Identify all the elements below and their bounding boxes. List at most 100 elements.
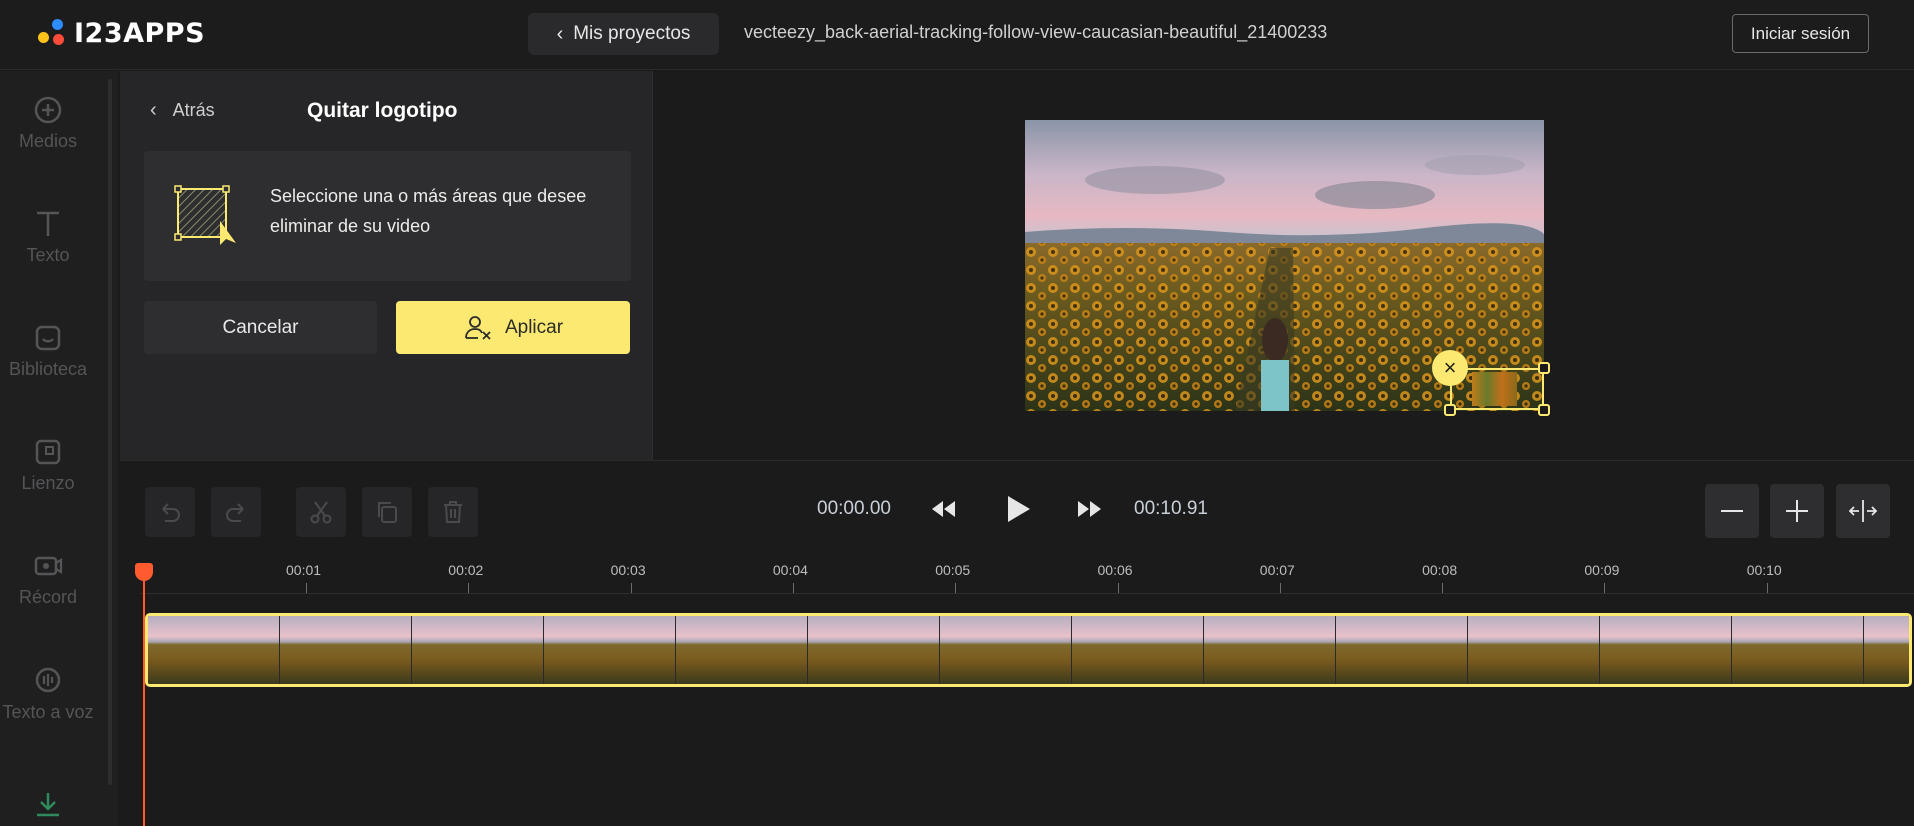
project-filename: vecteezy_back-aerial-tracking-follow-vie…	[744, 22, 1328, 42]
ruler-label: 00:07	[1259, 562, 1295, 578]
redo-button[interactable]	[211, 487, 261, 537]
sidebar: Medios Texto Biblioteca Lienzo Récord Te…	[0, 71, 118, 826]
undo-button[interactable]	[145, 487, 195, 537]
panel-back-label: Atrás	[172, 100, 215, 120]
sidebar-item-label: Récord	[18, 587, 78, 607]
ruler-tick	[1117, 583, 1119, 593]
logo-text: I23APPS	[74, 18, 206, 49]
clip-thumbnail	[1732, 616, 1864, 684]
sidebar-item-biblioteca[interactable]: Biblioteca	[0, 323, 96, 380]
playhead-handle[interactable]	[135, 563, 153, 581]
fast-forward-icon	[1078, 501, 1101, 517]
fit-timeline-button[interactable]	[1836, 484, 1890, 538]
my-projects-button[interactable]: ‹ Mis proyectos	[528, 13, 719, 55]
ruler-label: 00:03	[610, 562, 646, 578]
ruler-tick	[468, 583, 470, 593]
video-track-clip[interactable]	[145, 613, 1912, 687]
ruler-baseline	[140, 593, 1914, 594]
clip-thumbnail	[940, 616, 1072, 684]
play-icon	[1008, 496, 1030, 522]
minus-icon	[1721, 510, 1743, 512]
ruler-label: 00:01	[286, 562, 322, 578]
ruler-tick	[1766, 583, 1768, 593]
redo-icon	[226, 503, 244, 522]
sidebar-item-label: Medios	[18, 131, 78, 151]
clip-thumbnail	[1468, 616, 1600, 684]
clip-thumbnails	[148, 616, 1909, 684]
ruler-label: 00:06	[1097, 562, 1133, 578]
ruler-tick	[630, 583, 632, 593]
panel-back-button[interactable]: ‹ Atrás	[150, 99, 215, 122]
total-time: 00:10.91	[1134, 498, 1208, 519]
app-logo[interactable]: I23APPS	[38, 18, 205, 49]
plus-circle-icon	[34, 96, 62, 124]
panel-title: Quitar logotipo	[307, 99, 458, 122]
clip-thumbnail	[1204, 616, 1336, 684]
close-icon: ×	[1443, 355, 1457, 380]
tts-icon	[35, 667, 61, 693]
rewind-icon	[932, 501, 955, 517]
fit-width-icon	[1848, 500, 1878, 522]
login-button[interactable]: Iniciar sesión	[1732, 14, 1869, 53]
sidebar-item-label: Texto	[26, 245, 70, 265]
sidebar-item-lienzo[interactable]: Lienzo	[0, 437, 96, 494]
ruler-tick	[955, 583, 957, 593]
duplicate-button[interactable]	[362, 487, 412, 537]
scissors-icon	[310, 501, 332, 524]
remove-selection-button[interactable]: ×	[1432, 350, 1468, 386]
sidebar-item-download[interactable]	[0, 789, 96, 825]
apply-label: Aplicar	[504, 316, 564, 338]
sidebar-scrollbar[interactable]	[108, 79, 112, 785]
download-icon	[37, 793, 59, 817]
fast-forward-button[interactable]	[1076, 495, 1104, 528]
ruler-tick	[1442, 583, 1444, 593]
clip-thumbnail	[1336, 616, 1468, 684]
zoom-out-button[interactable]	[1705, 484, 1759, 538]
clip-thumbnail	[280, 616, 412, 684]
chevron-left-icon: ‹	[556, 22, 564, 45]
current-time: 00:00.00	[817, 498, 891, 519]
ruler-tick	[1279, 583, 1281, 593]
logo-mark-icon	[38, 18, 68, 49]
clip-thumbnail	[544, 616, 676, 684]
ruler-label: 00:04	[772, 562, 808, 578]
remove-person-icon	[465, 315, 491, 340]
resize-handle-bottom-left[interactable]	[1444, 404, 1456, 416]
play-button[interactable]	[1003, 493, 1033, 530]
ruler-tick	[1604, 583, 1606, 593]
resize-handle-top-right[interactable]	[1538, 362, 1550, 374]
plus-icon	[1786, 500, 1808, 522]
clip-thumbnail	[808, 616, 940, 684]
undo-icon	[162, 503, 180, 522]
clip-thumbnail	[1864, 616, 1909, 684]
rewind-button[interactable]	[929, 495, 957, 528]
sticker-icon	[35, 325, 61, 351]
record-icon	[34, 556, 63, 576]
playhead-line[interactable]	[143, 566, 145, 826]
sidebar-item-label: Biblioteca	[8, 359, 88, 379]
instruction-text: Seleccione una o más áreas que desee eli…	[270, 186, 587, 236]
delete-button[interactable]	[428, 487, 478, 537]
canvas-icon	[35, 439, 61, 465]
sidebar-item-medios[interactable]: Medios	[0, 95, 96, 152]
clip-thumbnail	[1072, 616, 1204, 684]
ruler-label: 00:10	[1746, 562, 1782, 578]
cancel-button[interactable]: Cancelar	[144, 301, 377, 354]
cut-button[interactable]	[296, 487, 346, 537]
sidebar-item-tts[interactable]: Texto a voz	[0, 665, 96, 723]
sidebar-item-label: Texto a voz	[2, 702, 94, 722]
ruler-label: 00:05	[935, 562, 971, 578]
copy-icon	[378, 502, 397, 523]
zoom-in-button[interactable]	[1770, 484, 1824, 538]
sidebar-item-label: Lienzo	[21, 473, 75, 493]
resize-handle-bottom-right[interactable]	[1538, 404, 1550, 416]
apply-button[interactable]: Aplicar	[396, 301, 630, 354]
clip-thumbnail	[148, 616, 280, 684]
sidebar-item-texto[interactable]: Texto	[0, 209, 96, 266]
sidebar-item-record[interactable]: Récord	[0, 551, 96, 608]
text-icon	[37, 211, 59, 236]
clip-thumbnail	[1600, 616, 1732, 684]
ruler-label: 00:02	[448, 562, 484, 578]
ruler-tick	[792, 583, 794, 593]
clip-thumbnail	[412, 616, 544, 684]
